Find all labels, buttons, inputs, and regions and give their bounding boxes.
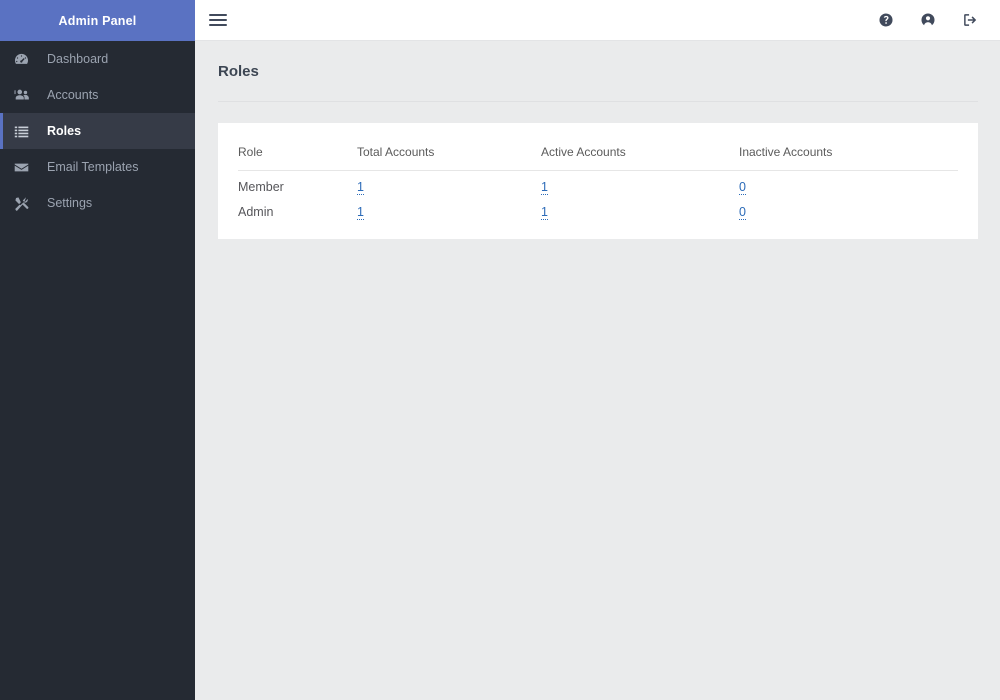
roles-card: Role Total Accounts Active Accounts Inac…	[218, 123, 978, 239]
content-area: Roles Role Total Accounts Active Account…	[195, 41, 1000, 700]
sidebar-item-label: Dashboard	[47, 52, 109, 66]
hamburger-bar	[209, 14, 227, 16]
cell-active-accounts: 1	[541, 171, 739, 197]
sidebar-item-settings[interactable]: Settings	[0, 185, 195, 221]
sidebar-item-roles[interactable]: Roles	[0, 113, 195, 149]
brand-title: Admin Panel	[0, 0, 195, 41]
inactive-accounts-link[interactable]: 0	[739, 180, 746, 195]
total-accounts-link[interactable]: 1	[357, 180, 364, 195]
sidebar-item-accounts[interactable]: Accounts	[0, 77, 195, 113]
users-icon	[13, 86, 39, 104]
hamburger-bar	[209, 24, 227, 26]
active-accounts-link[interactable]: 1	[541, 205, 548, 220]
column-header-active-accounts: Active Accounts	[541, 139, 739, 171]
main-area: Roles Role Total Accounts Active Account…	[195, 0, 1000, 700]
page-title: Roles	[218, 63, 978, 102]
cell-role: Member	[238, 180, 284, 194]
sidebar-item-email-templates[interactable]: Email Templates	[0, 149, 195, 185]
top-bar	[195, 0, 1000, 41]
cell-total-accounts: 1	[357, 171, 541, 197]
sidebar-item-label: Accounts	[47, 88, 99, 102]
hamburger-bar	[209, 19, 227, 21]
topbar-actions	[878, 12, 978, 28]
sign-out-icon[interactable]	[962, 12, 978, 28]
sidebar-nav: Dashboard Accounts Roles Email Templates…	[0, 41, 195, 221]
total-accounts-link[interactable]: 1	[357, 205, 364, 220]
sidebar: Admin Panel Dashboard Accounts Roles Ema…	[0, 0, 195, 700]
active-accounts-link[interactable]: 1	[541, 180, 548, 195]
cell-total-accounts: 1	[357, 196, 541, 221]
dashboard-icon	[13, 51, 39, 68]
table-body: Member 1 1 0 Admin 1 1 0	[238, 171, 958, 222]
cell-role: Admin	[238, 205, 274, 219]
envelope-icon	[13, 159, 39, 176]
table-row: Admin 1 1 0	[238, 196, 958, 221]
tools-icon	[13, 195, 39, 212]
user-circle-icon[interactable]	[920, 12, 936, 28]
sidebar-item-dashboard[interactable]: Dashboard	[0, 41, 195, 77]
sidebar-item-label: Email Templates	[47, 160, 139, 174]
sidebar-item-label: Settings	[47, 196, 93, 210]
cell-inactive-accounts: 0	[739, 171, 958, 197]
column-header-role: Role	[238, 139, 357, 171]
inactive-accounts-link[interactable]: 0	[739, 205, 746, 220]
table-head: Role Total Accounts Active Accounts Inac…	[238, 139, 958, 171]
cell-active-accounts: 1	[541, 196, 739, 221]
admin-panel-app: Admin Panel Dashboard Accounts Roles Ema…	[0, 0, 1000, 700]
column-header-total-accounts: Total Accounts	[357, 139, 541, 171]
table-row: Member 1 1 0	[238, 171, 958, 197]
table-header-row: Role Total Accounts Active Accounts Inac…	[238, 139, 958, 171]
roles-table: Role Total Accounts Active Accounts Inac…	[238, 139, 958, 221]
list-icon	[13, 123, 39, 140]
column-header-inactive-accounts: Inactive Accounts	[739, 139, 958, 171]
cell-inactive-accounts: 0	[739, 196, 958, 221]
hamburger-icon[interactable]	[207, 9, 229, 31]
question-circle-icon[interactable]	[878, 12, 894, 28]
sidebar-item-label: Roles	[47, 124, 82, 138]
